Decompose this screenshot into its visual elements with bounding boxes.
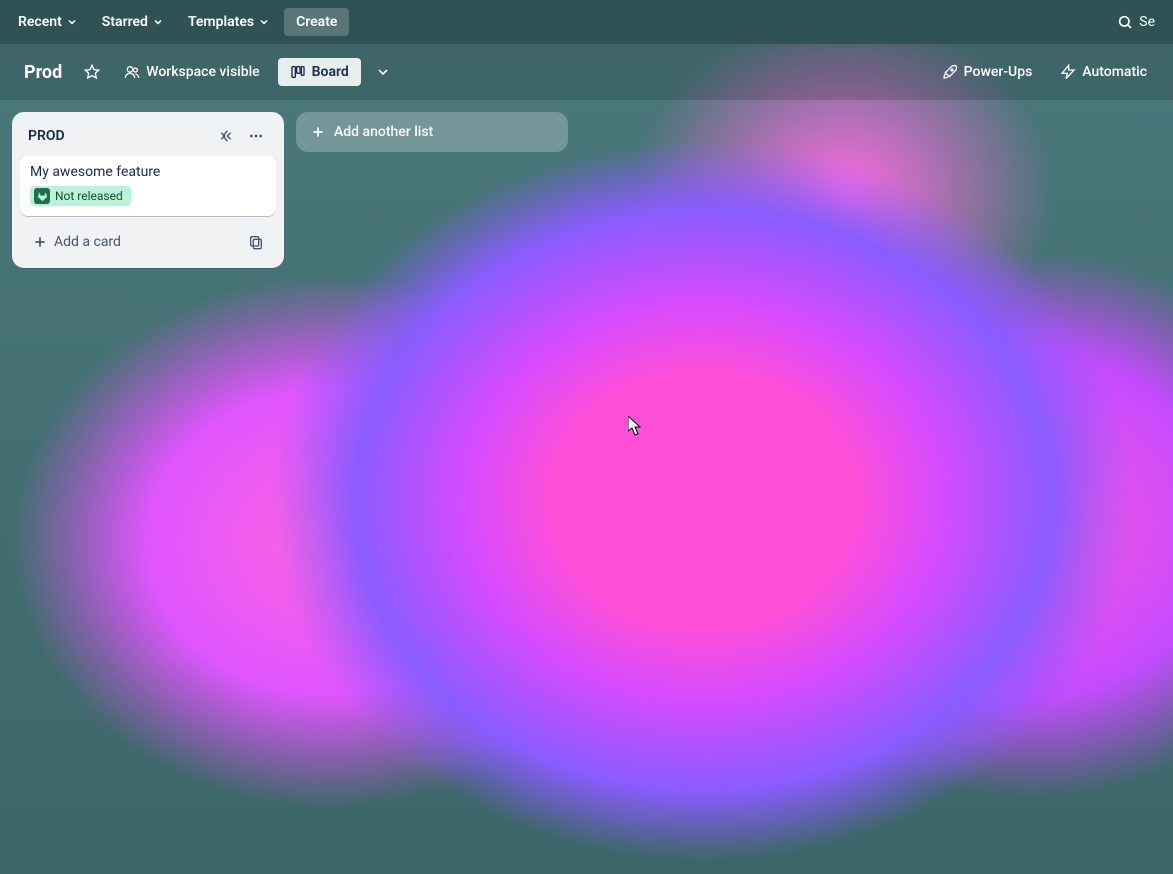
visibility-label: Workspace visible xyxy=(146,64,259,80)
automation-button[interactable]: Automatic xyxy=(1050,58,1157,86)
star-board-button[interactable] xyxy=(78,58,106,86)
list: PROD My awesome feature Not released xyxy=(12,112,284,268)
add-card-button[interactable]: Add a card xyxy=(26,228,236,256)
nav-starred-label: Starred xyxy=(102,14,148,30)
card[interactable]: My awesome feature Not released xyxy=(20,156,276,216)
collapse-icon xyxy=(218,128,234,144)
search-button[interactable]: Se xyxy=(1107,8,1165,36)
view-dropdown-button[interactable] xyxy=(369,58,397,86)
rocket-icon xyxy=(942,64,958,80)
list-footer: Add a card xyxy=(20,224,276,260)
nav-templates-label: Templates xyxy=(188,14,254,30)
card-title: My awesome feature xyxy=(30,164,266,180)
create-button[interactable]: Create xyxy=(284,8,349,36)
nav-templates[interactable]: Templates xyxy=(178,8,280,36)
create-label: Create xyxy=(296,14,337,30)
plus-icon xyxy=(310,124,326,140)
add-list-label: Add another list xyxy=(334,124,433,140)
card-label[interactable]: Not released xyxy=(30,186,131,206)
powerups-button[interactable]: Power-Ups xyxy=(932,58,1043,86)
add-card-label: Add a card xyxy=(54,234,121,250)
star-icon xyxy=(84,64,100,80)
gitlab-icon xyxy=(34,188,50,204)
view-switch-label: Board xyxy=(312,64,349,80)
powerups-label: Power-Ups xyxy=(964,64,1033,80)
visibility-button[interactable]: Workspace visible xyxy=(114,58,269,86)
board-canvas: Prod Workspace visible Board Power-Ups A… xyxy=(0,44,1173,874)
view-switch-button[interactable]: Board xyxy=(278,58,361,86)
add-list-button[interactable]: Add another list xyxy=(296,112,568,152)
list-menu-button[interactable] xyxy=(244,124,268,148)
template-icon xyxy=(248,234,264,250)
chevron-down-icon xyxy=(258,16,270,28)
board-icon xyxy=(290,64,306,80)
collapse-list-button[interactable] xyxy=(214,124,238,148)
more-horizontal-icon xyxy=(248,128,264,144)
search-icon xyxy=(1117,14,1133,30)
list-header: PROD xyxy=(20,120,276,148)
top-nav: Recent Starred Templates Create Se xyxy=(0,0,1173,44)
card-template-button[interactable] xyxy=(242,228,270,256)
bolt-icon xyxy=(1060,64,1076,80)
search-label: Se xyxy=(1139,14,1155,30)
nav-recent-label: Recent xyxy=(18,14,62,30)
nav-recent[interactable]: Recent xyxy=(8,8,88,36)
people-icon xyxy=(124,64,140,80)
chevron-down-icon xyxy=(375,64,391,80)
automation-label: Automatic xyxy=(1082,64,1147,80)
chevron-down-icon xyxy=(66,16,78,28)
lists-container: PROD My awesome feature Not released xyxy=(0,100,1173,874)
board-title[interactable]: Prod xyxy=(16,58,70,87)
chevron-down-icon xyxy=(152,16,164,28)
list-title[interactable]: PROD xyxy=(28,128,208,144)
plus-icon xyxy=(32,234,48,250)
nav-starred[interactable]: Starred xyxy=(92,8,174,36)
board-header: Prod Workspace visible Board Power-Ups A… xyxy=(0,44,1173,100)
card-label-text: Not released xyxy=(55,189,123,203)
